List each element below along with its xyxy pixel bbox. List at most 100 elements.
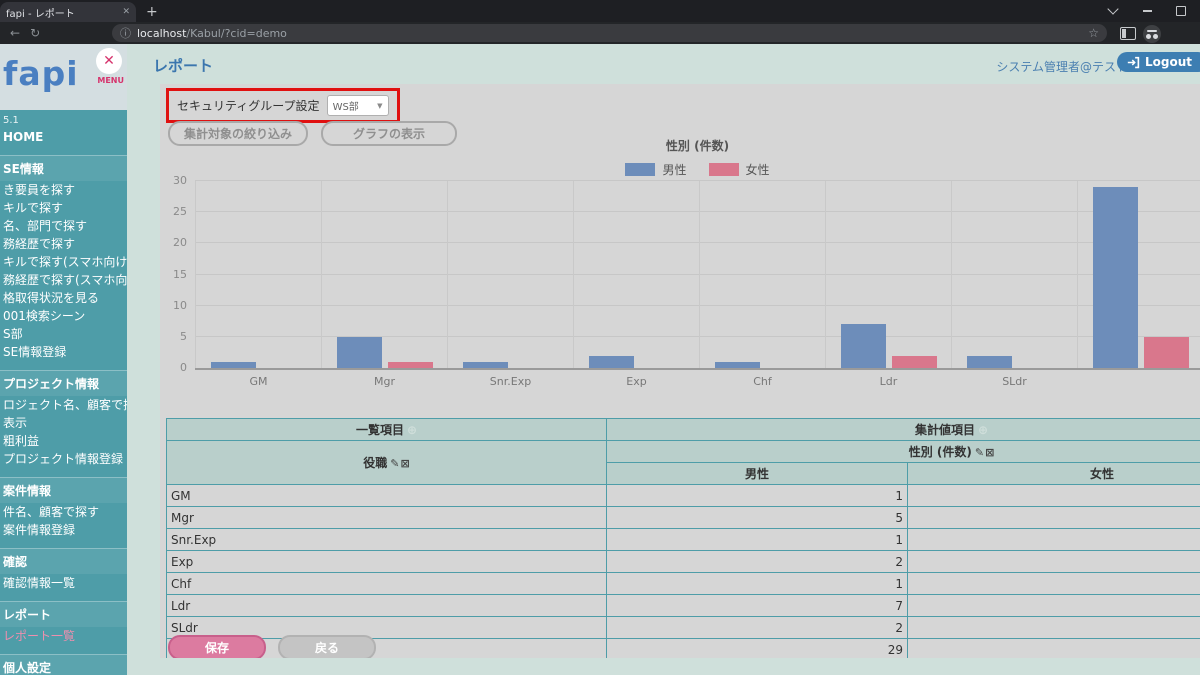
delete-box-icon[interactable]: ⊠ (401, 457, 410, 470)
cell-female (908, 573, 1200, 595)
bar-group: SLdr (951, 181, 1077, 368)
sidebar-section-personal: 個人設定 (0, 654, 127, 675)
cell-male: 7 (607, 595, 908, 617)
cell-female (908, 551, 1200, 573)
sidebar-item[interactable]: 粗利益 (0, 432, 127, 450)
sidebar-item[interactable]: 確認情報一覧 (0, 574, 127, 592)
site-info-icon[interactable]: ⓘ (120, 25, 131, 41)
cell-role: GM (167, 485, 607, 507)
annotation-highlight: セキュリティグループ設定 WS部 ▼ (166, 88, 400, 123)
browser-tab[interactable]: fapi - レポート ✕ (0, 2, 136, 22)
save-button[interactable]: 保存 (168, 635, 266, 658)
bar-group (1077, 181, 1200, 368)
tab-close-icon[interactable]: ✕ (122, 7, 130, 17)
sidebar-item[interactable]: キルで探す(スマホ向け) (0, 253, 127, 271)
minimize-button[interactable] (1130, 0, 1164, 22)
bar-group: Ldr (825, 181, 951, 368)
add-circle-icon[interactable]: ⊕ (407, 423, 417, 437)
menu-close-button[interactable]: ✕ (96, 48, 122, 74)
bookmark-star-icon[interactable]: ☆ (1088, 26, 1099, 40)
sidebar-item[interactable]: き要員を探す (0, 181, 127, 199)
content-panel: セキュリティグループ設定 WS部 ▼ 集計対象の絞り込み グラフの表示 性別 (… (160, 84, 1200, 658)
table-row: Ldr7 (167, 595, 1200, 617)
cell-female (908, 595, 1200, 617)
sidebar-item[interactable]: S部 (0, 325, 127, 343)
cell-male: 5 (607, 507, 908, 529)
edit-pencil-icon[interactable]: ✎ (390, 457, 399, 470)
bar-male (841, 324, 886, 368)
security-group-select[interactable]: WS部 ▼ (327, 95, 389, 116)
sidebar-item[interactable]: 務経歴で探す (0, 235, 127, 253)
x-tick-label: Snr.Exp (448, 375, 573, 388)
cell-role: Exp (167, 551, 607, 573)
tab-search-icon[interactable] (1096, 0, 1130, 22)
bar-group: Chf (699, 181, 825, 368)
x-tick-label: Mgr (322, 375, 447, 388)
cell-male: 29 (607, 639, 908, 659)
maximize-button[interactable] (1164, 0, 1198, 22)
chart-plot: 051015202530GMMgrSnr.ExpExpChfLdrSLdr (195, 181, 1200, 370)
bar-female (892, 356, 937, 368)
address-input[interactable]: ⓘ localhost /Kabul/?cid=demo ☆ (112, 24, 1107, 42)
back-button[interactable]: 戻る (278, 635, 376, 658)
cell-male: 1 (607, 485, 908, 507)
sidebar-item[interactable]: 表示 (0, 414, 127, 432)
bar-group: Exp (573, 181, 699, 368)
aggregate-items-header: 集計値項目⊕ (607, 419, 1200, 441)
chevron-down-icon: ▼ (377, 102, 382, 110)
cell-role: Ldr (167, 595, 607, 617)
legend-swatch-female (709, 163, 739, 176)
new-tab-button[interactable]: + (146, 3, 158, 21)
page-title: レポート (153, 55, 213, 76)
logout-button[interactable]: Logout (1117, 52, 1200, 72)
sidebar-item[interactable]: 務経歴で探す(スマホ向け) (0, 271, 127, 289)
female-column-header: 女性 (908, 463, 1200, 485)
sidebar-item[interactable]: SE情報登録 (0, 343, 127, 361)
bar-group: Snr.Exp (447, 181, 573, 368)
sidebar-item[interactable]: 001検索シーン (0, 307, 127, 325)
bar-male (337, 337, 382, 368)
y-tick-label: 5 (180, 330, 187, 343)
bar-male (211, 362, 256, 368)
male-column-header: 男性 (607, 463, 908, 485)
table-field-header-row: 役職✎⊠ 性別 (件数)✎⊠ (167, 441, 1200, 463)
sidebar-item[interactable]: プロジェクト情報登録 (0, 450, 127, 468)
x-tick-label: Chf (700, 375, 825, 388)
sidebar: fapi ✕ MENU 5.1 HOME SE情報 き要員を探す キルで探す 名… (0, 44, 127, 675)
y-tick-label: 30 (173, 174, 187, 187)
side-panel-icon[interactable] (1120, 27, 1136, 40)
sidebar-item-home[interactable]: HOME (0, 128, 127, 146)
y-tick-label: 0 (180, 361, 187, 374)
sidebar-item[interactable]: 案件情報登録 (0, 521, 127, 539)
user-label: システム管理者@テスト (996, 58, 1128, 75)
cell-female (908, 529, 1200, 551)
sidebar-section-anken: 案件情報 (0, 477, 127, 503)
sidebar-item[interactable]: キルで探す (0, 199, 127, 217)
cell-male: 1 (607, 573, 908, 595)
sidebar-section-project: プロジェクト情報 (0, 370, 127, 396)
bar-female (1144, 337, 1189, 368)
sidebar-item-report-list[interactable]: レポート一覧 (0, 627, 127, 645)
legend-label-female: 女性 (746, 161, 770, 178)
edit-pencil-icon[interactable]: ✎ (975, 446, 984, 459)
cell-role: Mgr (167, 507, 607, 529)
table-row: Chf1 (167, 573, 1200, 595)
delete-box-icon[interactable]: ⊠ (985, 446, 994, 459)
security-group-value: WS部 (333, 98, 359, 113)
table-row: GM1 (167, 485, 1200, 507)
logout-icon (1127, 56, 1140, 69)
back-icon[interactable]: ← (10, 26, 20, 40)
sidebar-item[interactable]: 格取得状況を見る (0, 289, 127, 307)
add-circle-icon[interactable]: ⊕ (978, 423, 988, 437)
sidebar-item[interactable]: 名、部門で探す (0, 217, 127, 235)
sidebar-item[interactable]: 件名、顧客で探す (0, 503, 127, 521)
cell-female (908, 485, 1200, 507)
sidebar-item[interactable]: ロジェクト名、顧客で探す (0, 396, 127, 414)
bar-male (1093, 187, 1138, 368)
cell-role: Snr.Exp (167, 529, 607, 551)
y-tick-label: 10 (173, 299, 187, 312)
cell-female (908, 507, 1200, 529)
reload-icon[interactable]: ↻ (30, 26, 40, 40)
chart-title: 性別 (件数) (195, 137, 1200, 154)
cell-male: 1 (607, 529, 908, 551)
